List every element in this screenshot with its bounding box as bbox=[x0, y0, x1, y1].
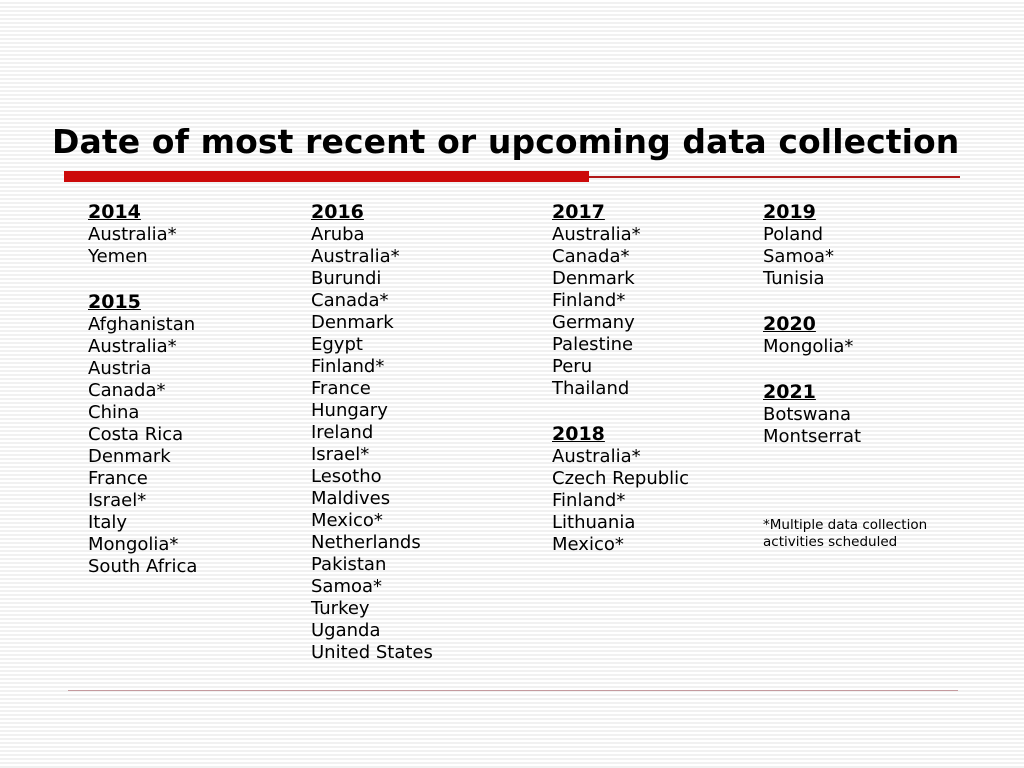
year-heading: 2015 bbox=[88, 291, 141, 313]
year-heading: 2017 bbox=[552, 201, 605, 223]
country-list: Aruba Australia* Burundi Canada* Denmark Egyp… bbox=[311, 224, 541, 664]
list-item: Samoa* bbox=[311, 576, 383, 597]
list-item: Israel* bbox=[311, 444, 370, 465]
list-item: Denmark bbox=[311, 312, 394, 333]
list-item: Austria bbox=[88, 358, 152, 379]
year-block: 2020 Mongolia* bbox=[763, 312, 983, 358]
list-item: Montserrat bbox=[763, 426, 862, 447]
list-item: Thailand bbox=[552, 378, 630, 399]
year-block: 2018 Australia* Czech Republic Finland* Lith… bbox=[552, 422, 757, 556]
list-item: Tunisia bbox=[763, 268, 825, 289]
list-item: Hungary bbox=[311, 400, 388, 421]
list-item: Lesotho bbox=[311, 466, 382, 487]
page-title: Date of most recent or upcoming data col… bbox=[52, 122, 960, 162]
year-block: 2015 Afghanistan Australia* Austria Canada* C… bbox=[88, 290, 303, 578]
slide-canvas: Date of most recent or upcoming data col… bbox=[0, 0, 1024, 768]
list-item: Peru bbox=[552, 356, 593, 377]
list-item: Denmark bbox=[552, 268, 635, 289]
year-column-3: 2017 Australia* Canada* Denmark Finland* Germ… bbox=[552, 200, 757, 556]
year-column-2: 2016 Aruba Australia* Burundi Canada* Denmark… bbox=[311, 200, 541, 664]
list-item: Aruba bbox=[311, 224, 365, 245]
year-block: 2014 Australia* Yemen bbox=[88, 200, 303, 268]
year-heading: 2016 bbox=[311, 201, 364, 223]
footer-rule bbox=[68, 690, 958, 691]
list-item: Ireland bbox=[311, 422, 374, 443]
list-item: Egypt bbox=[311, 334, 363, 355]
year-heading: 2014 bbox=[88, 201, 141, 223]
list-item: Israel* bbox=[88, 490, 147, 511]
list-item: Italy bbox=[88, 512, 128, 533]
list-item: Australia* bbox=[88, 224, 177, 245]
list-item: Samoa* bbox=[763, 246, 835, 267]
list-item: Turkey bbox=[311, 598, 370, 619]
year-heading: 2021 bbox=[763, 381, 816, 403]
list-item: Canada* bbox=[88, 380, 166, 401]
title-accent-bar bbox=[64, 171, 589, 182]
list-item: Maldives bbox=[311, 488, 391, 509]
list-item: United States bbox=[311, 642, 433, 663]
list-item: Burundi bbox=[311, 268, 382, 289]
list-item: Australia* bbox=[88, 336, 177, 357]
list-item: Denmark bbox=[88, 446, 171, 467]
year-column-4: 2019 Poland Samoa* Tunisia 2020 Mongolia* 2021… bbox=[763, 200, 983, 448]
list-item: Mexico* bbox=[311, 510, 383, 531]
list-item: China bbox=[88, 402, 140, 423]
list-item: Canada* bbox=[552, 246, 630, 267]
list-item: Finland* bbox=[311, 356, 385, 377]
list-item: South Africa bbox=[88, 556, 198, 577]
list-item: Australia* bbox=[311, 246, 400, 267]
footnote-text: *Multiple data collection activities sch… bbox=[763, 517, 928, 550]
list-item: Netherlands bbox=[311, 532, 421, 553]
list-item: Mongolia* bbox=[763, 336, 854, 357]
year-column-1: 2014 Australia* Yemen 2015 Afghanistan Austra… bbox=[88, 200, 303, 578]
list-item: Mongolia* bbox=[88, 534, 179, 555]
country-list: Australia* Canada* Denmark Finland* Germany P… bbox=[552, 224, 757, 400]
list-item: Palestine bbox=[552, 334, 634, 355]
year-heading: 2020 bbox=[763, 313, 816, 335]
list-item: Canada* bbox=[311, 290, 389, 311]
list-item: Yemen bbox=[88, 246, 148, 267]
list-item: Pakistan bbox=[311, 554, 387, 575]
country-list: Afghanistan Australia* Austria Canada* China… bbox=[88, 314, 303, 578]
country-list: Botswana Montserrat bbox=[763, 404, 983, 448]
country-list: Australia* Yemen bbox=[88, 224, 303, 268]
list-item: France bbox=[311, 378, 371, 399]
list-item: France bbox=[88, 468, 148, 489]
year-block: 2019 Poland Samoa* Tunisia bbox=[763, 200, 983, 290]
list-item: Botswana bbox=[763, 404, 851, 425]
year-block: 2017 Australia* Canada* Denmark Finland* Germ… bbox=[552, 200, 757, 400]
list-item: Czech Republic bbox=[552, 468, 690, 489]
list-item: Uganda bbox=[311, 620, 381, 641]
country-list: Poland Samoa* Tunisia bbox=[763, 224, 983, 290]
list-item: Australia* bbox=[552, 224, 641, 245]
year-heading: 2019 bbox=[763, 201, 816, 223]
country-list: Australia* Czech Republic Finland* Lithuani… bbox=[552, 446, 757, 556]
list-item: Germany bbox=[552, 312, 635, 333]
list-item: Mexico* bbox=[552, 534, 624, 555]
list-item: Poland bbox=[763, 224, 824, 245]
year-heading: 2018 bbox=[552, 423, 605, 445]
list-item: Finland* bbox=[552, 490, 626, 511]
year-block: 2016 Aruba Australia* Burundi Canada* Denmark… bbox=[311, 200, 541, 664]
list-item: Australia* bbox=[552, 446, 641, 467]
country-list: Mongolia* bbox=[763, 336, 983, 358]
list-item: Finland* bbox=[552, 290, 626, 311]
list-item: Costa Rica bbox=[88, 424, 184, 445]
year-block: 2021 Botswana Montserrat bbox=[763, 380, 983, 448]
list-item: Lithuania bbox=[552, 512, 636, 533]
list-item: Afghanistan bbox=[88, 314, 196, 335]
